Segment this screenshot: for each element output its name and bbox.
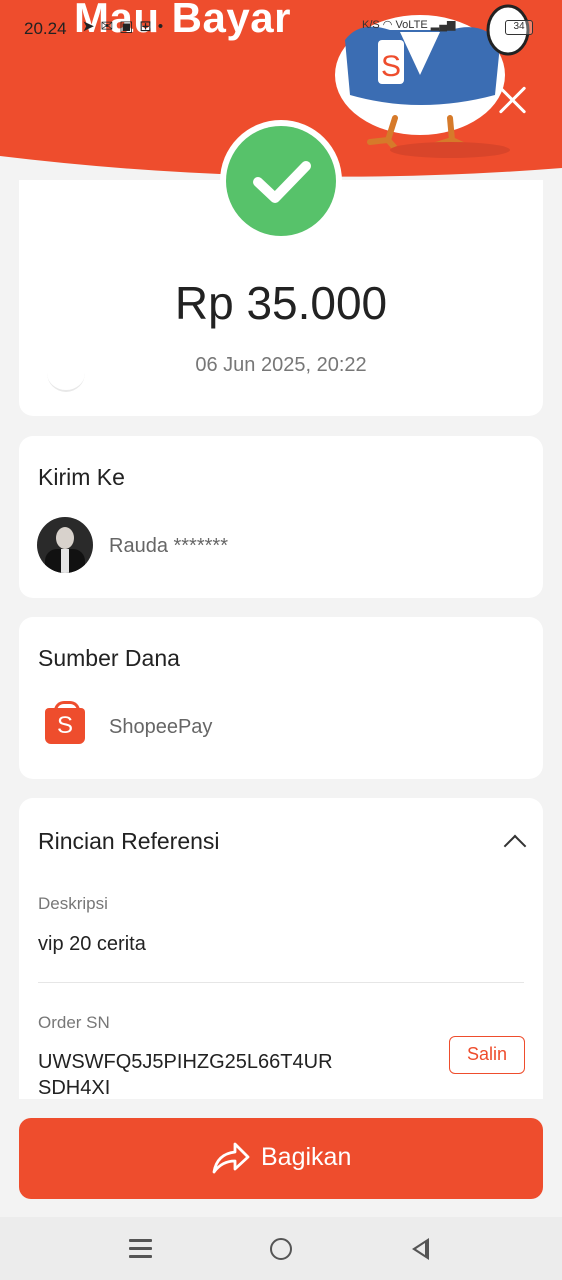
checkmark-icon bbox=[226, 126, 336, 236]
reference-card: Rincian Referensi Deskripsi vip 20 cerit… bbox=[19, 798, 543, 1118]
source-title: Sumber Dana bbox=[38, 645, 180, 671]
share-button[interactable]: Bagikan bbox=[19, 1118, 543, 1199]
order-sn-label: Order SN bbox=[38, 1013, 110, 1032]
status-time: 20.24 bbox=[24, 19, 67, 38]
share-arrow-icon bbox=[212, 1142, 250, 1174]
notification-icons: ➤✉▣⊞• bbox=[82, 18, 170, 35]
shopeepay-icon: S bbox=[45, 701, 85, 744]
network-indicators: K/S ◠ VoLTE ▂▄▆ bbox=[362, 18, 455, 31]
avatar-face bbox=[56, 527, 74, 549]
chevron-up-icon[interactable] bbox=[503, 834, 527, 858]
recent-apps-icon[interactable] bbox=[129, 1239, 152, 1259]
copy-button[interactable]: Salin bbox=[449, 1036, 525, 1074]
home-icon[interactable] bbox=[270, 1238, 292, 1260]
source-card: Sumber Dana S ShopeePay bbox=[19, 617, 543, 779]
success-badge bbox=[220, 120, 342, 242]
battery-level: 34 bbox=[513, 21, 525, 32]
recipient-card: Kirim Ke Rauda ******* bbox=[19, 436, 543, 598]
signal-icon: ▂▄▆ bbox=[430, 19, 456, 31]
source-name: ShopeePay bbox=[109, 716, 213, 738]
divider bbox=[38, 982, 524, 983]
network-type: VoLTE bbox=[395, 19, 428, 31]
speed-unit: K/S bbox=[362, 19, 380, 31]
back-icon[interactable] bbox=[412, 1238, 429, 1260]
avatar-shirt bbox=[61, 549, 69, 573]
share-label: Bagikan bbox=[261, 1143, 352, 1171]
wifi-icon: ◠ bbox=[382, 19, 396, 31]
avatar bbox=[37, 517, 93, 573]
order-sn-value-line1: UWSWFQ5J5PIHZG25L66T4UR bbox=[38, 1051, 333, 1073]
close-button[interactable] bbox=[492, 80, 532, 120]
recipient-title: Kirim Ke bbox=[38, 464, 125, 490]
payment-amount: Rp 35.000 bbox=[174, 277, 388, 329]
recipient-name: Rauda ******* bbox=[109, 535, 228, 557]
status-bar: 20.24 ➤✉▣⊞• K/S ◠ VoLTE ▂▄▆ 34 bbox=[0, 0, 562, 56]
order-sn-value-line2: SDH4XI bbox=[38, 1077, 111, 1099]
reference-title: Rincian Referensi bbox=[38, 828, 220, 854]
description-value: vip 20 cerita bbox=[38, 933, 146, 955]
description-label: Deskripsi bbox=[38, 894, 108, 913]
battery-icon: 34 bbox=[505, 20, 533, 35]
system-navigation-bar bbox=[0, 1217, 562, 1280]
